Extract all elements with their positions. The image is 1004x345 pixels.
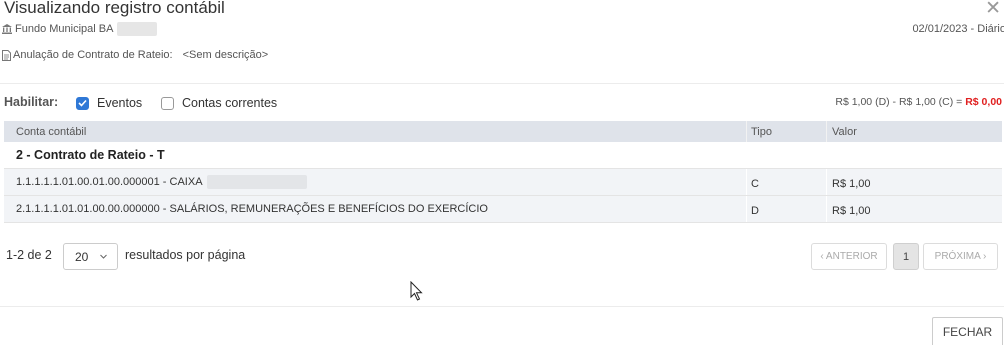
previous-page-button[interactable]: ‹ ANTERIOR <box>811 243 887 270</box>
column-header-valor[interactable]: Valor <box>827 121 1002 142</box>
eventos-checkbox[interactable]: Eventos <box>76 96 142 110</box>
entry-date: 02/01/2023 - Diário <box>912 23 1004 35</box>
table-group-title: 2 - Contrato de Rateio - T <box>4 142 1002 169</box>
checkbox-checked-icon[interactable] <box>76 96 89 110</box>
entries-table: Conta contábil Tipo Valor 2 - Contrato d… <box>4 121 1002 223</box>
enable-label: Habilitar: <box>4 95 59 109</box>
column-header-tipo[interactable]: Tipo <box>747 121 827 142</box>
contas-correntes-checkbox[interactable]: Contas correntes <box>161 96 277 110</box>
entity-name: Fundo Municipal BA <box>15 23 114 35</box>
close-icon[interactable]: ✕ <box>985 0 1001 19</box>
per-page-value: 20 <box>75 249 89 264</box>
next-page-button[interactable]: PRÓXIMA › <box>923 243 998 270</box>
balance-equation: R$ 1,00 (D) - R$ 1,00 (C) = <box>835 96 963 108</box>
eventos-label: Eventos <box>97 96 143 110</box>
table-cell-valor: R$ 1,00 <box>832 177 871 190</box>
checkbox-unchecked-icon[interactable] <box>161 96 174 110</box>
balance-summary: R$ 1,00 (D) - R$ 1,00 (C) = R$ 0,00 <box>835 96 1002 108</box>
page-title: Visualizando registro contábil <box>4 0 225 17</box>
close-button[interactable]: FECHAR <box>932 317 1003 345</box>
bank-icon <box>2 24 12 34</box>
page-number-button[interactable]: 1 <box>893 243 919 270</box>
contas-correntes-label: Contas correntes <box>182 96 278 110</box>
redacted-block <box>117 22 158 36</box>
table-cell-conta: 2.1.1.1.1.01.01.00.00.000000 - SALÁRIOS,… <box>4 196 747 222</box>
redacted-block <box>206 175 307 189</box>
chevron-down-icon <box>100 254 107 259</box>
per-page-select[interactable]: 20 <box>63 243 118 270</box>
results-count: 1-2 de 2 <box>6 248 52 262</box>
entity-line: Fundo Municipal BA <box>2 22 158 36</box>
balance-total: R$ 0,00 <box>965 96 1002 108</box>
description-line: Anulação de Contrato de Rateio: <Sem des… <box>2 49 268 61</box>
description-value: <Sem descrição> <box>182 49 269 61</box>
document-icon <box>2 49 11 61</box>
column-header-conta[interactable]: Conta contábil <box>4 121 747 142</box>
mouse-cursor-icon <box>410 281 423 301</box>
divider <box>0 306 1004 307</box>
table-header: Conta contábil Tipo Valor <box>4 121 1002 142</box>
description-label: Anulação de Contrato de Rateio: <box>13 49 173 61</box>
table-cell-tipo: C <box>747 169 827 195</box>
table-cell-valor: R$ 1,00 <box>832 204 871 217</box>
conta-text: 1.1.1.1.1.01.00.01.00.000001 - CAIXA <box>16 176 203 188</box>
table-row[interactable]: 2.1.1.1.1.01.01.00.00.000000 - SALÁRIOS,… <box>4 196 1002 223</box>
divider <box>0 83 1004 84</box>
table-cell-tipo: D <box>747 196 827 222</box>
per-page-label: resultados por página <box>125 248 246 262</box>
table-cell-conta: 1.1.1.1.1.01.00.01.00.000001 - CAIXA <box>4 169 747 195</box>
table-row[interactable]: 1.1.1.1.1.01.00.01.00.000001 - CAIXA C R… <box>4 169 1002 196</box>
